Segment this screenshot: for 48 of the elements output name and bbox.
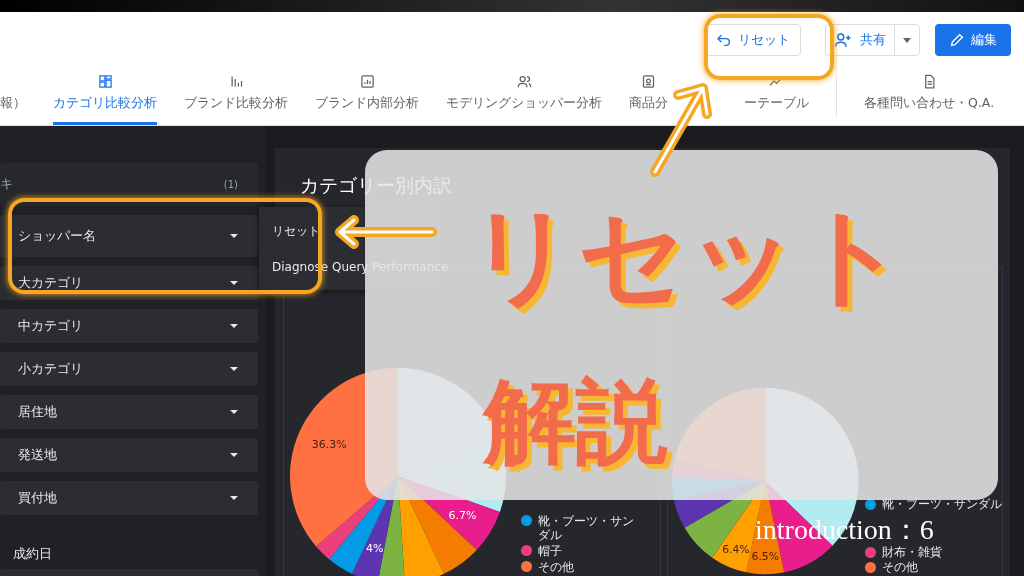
headline-text: リセット bbox=[468, 203, 908, 309]
nav-tab[interactable]: 報） bbox=[0, 68, 26, 125]
percent-label: 4% bbox=[365, 541, 384, 555]
pencil-icon bbox=[949, 32, 965, 48]
date-filter-label: 成約日 bbox=[13, 546, 52, 563]
legend-label: 帽子 bbox=[538, 544, 562, 558]
legend-label: 財布・雑貨 bbox=[881, 546, 942, 559]
subhead-text: 解説 bbox=[484, 376, 668, 468]
person-add-icon bbox=[834, 31, 852, 49]
caret-icon bbox=[230, 324, 238, 328]
filter-dropdown[interactable]: 居住地 bbox=[0, 395, 258, 429]
legend-label: その他 bbox=[538, 560, 574, 574]
caret-icon bbox=[903, 37, 911, 43]
grid-icon bbox=[97, 74, 113, 89]
nav-tab[interactable]: ブランド比較分析 bbox=[184, 68, 288, 125]
count-label: (1) bbox=[223, 179, 238, 190]
caret-icon bbox=[230, 496, 238, 500]
percent-label: 36.3% bbox=[311, 438, 347, 452]
nav-tab[interactable]: 各種問い合わせ・Q.A. bbox=[864, 68, 995, 125]
nav-tab[interactable]: ブランド内部分析 bbox=[315, 68, 419, 125]
legend-label: その他 bbox=[881, 561, 918, 574]
edit-button[interactable]: 編集 bbox=[935, 24, 1011, 56]
nav-tab[interactable]: ーテーブル bbox=[744, 68, 809, 125]
caret-icon bbox=[230, 367, 238, 371]
percent-label: 6.7% bbox=[448, 509, 477, 523]
chart-icon bbox=[359, 74, 375, 89]
percent-label: 6.4% bbox=[722, 543, 750, 557]
filter-dropdown[interactable]: 発送地 bbox=[0, 438, 258, 472]
share-button[interactable]: 共有 bbox=[825, 24, 920, 56]
filter-dropdown[interactable]: 買付地 bbox=[0, 481, 258, 515]
badge-icon bbox=[641, 74, 656, 89]
legend-label: 靴・ブーツ・サンダル bbox=[881, 498, 1002, 511]
filter-dropdown[interactable]: 小カテゴリ bbox=[0, 352, 258, 386]
undo-icon bbox=[716, 32, 732, 48]
caret-icon bbox=[230, 453, 238, 457]
caret-icon bbox=[230, 234, 238, 238]
legend-label: 靴・ブーツ・サンダル bbox=[538, 514, 635, 542]
nav-tab[interactable]: 商品分 bbox=[629, 68, 668, 125]
percent-label: 6.5% bbox=[751, 549, 779, 563]
nav-tab[interactable]: モデリングショッパー分析 bbox=[446, 68, 602, 125]
filter-dropdown[interactable]: キ (1) bbox=[0, 163, 258, 206]
caret-icon bbox=[230, 410, 238, 414]
filter-dropdown[interactable]: ショッパー名 bbox=[0, 215, 258, 257]
caret-icon bbox=[230, 281, 238, 285]
people-icon bbox=[516, 74, 532, 89]
bar-chart-icon bbox=[228, 74, 244, 89]
footer-caption: introduction：6 bbox=[755, 515, 934, 545]
filter-dropdown[interactable]: 中カテゴリ bbox=[0, 309, 258, 343]
